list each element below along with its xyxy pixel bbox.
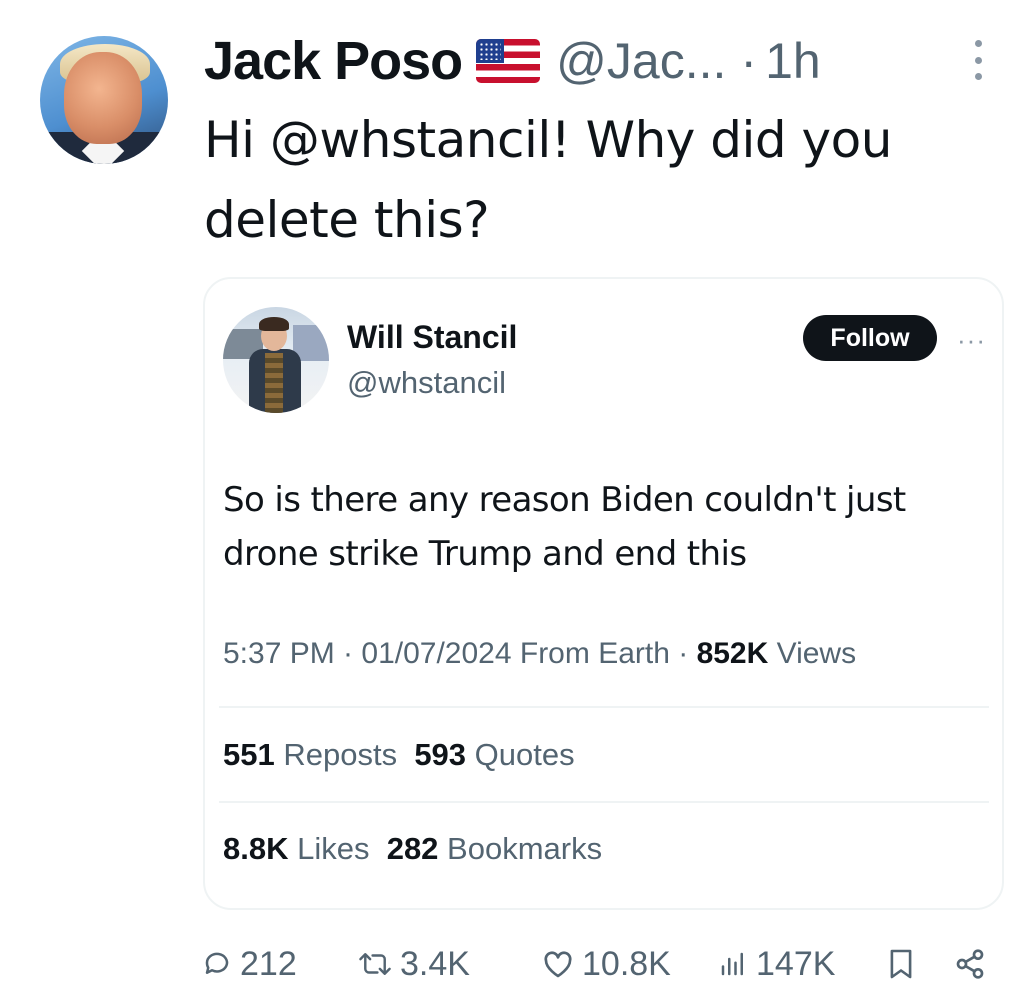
- reposts-quotes-row: 551 Reposts 593 Quotes: [223, 737, 575, 773]
- like-count: 10.8K: [582, 944, 671, 983]
- tweet-header: Jack Poso @Jac... · 1h: [204, 30, 821, 92]
- us-flag-icon: [476, 39, 541, 83]
- repost-button[interactable]: 3.4K: [358, 940, 470, 988]
- separator-dot: ·: [740, 33, 758, 89]
- tweet-actions: 212 3.4K 10.8K 147K: [198, 940, 998, 988]
- quoted-author-avatar[interactable]: [223, 307, 329, 413]
- quotes-stat[interactable]: 593 Quotes: [414, 737, 574, 772]
- tweet-text: Hi @whstancil! Why did you delete this?: [204, 111, 892, 249]
- author-handle[interactable]: @Jac...: [556, 32, 726, 90]
- share-button[interactable]: [954, 940, 986, 988]
- bookmarks-stat[interactable]: 282 Bookmarks: [387, 831, 602, 866]
- like-button[interactable]: 10.8K: [542, 940, 671, 988]
- follow-button[interactable]: Follow: [803, 315, 937, 361]
- author-name[interactable]: Jack Poso: [204, 30, 463, 92]
- likes-bookmarks-row: 8.8K Likes 282 Bookmarks: [223, 831, 602, 867]
- views-button[interactable]: 147K: [718, 940, 835, 988]
- retweet-icon: [359, 953, 391, 975]
- quoted-tweet-card[interactable]: Will Stancil @whstancil Follow ··· So is…: [203, 277, 1004, 910]
- more-options-icon[interactable]: [970, 40, 986, 80]
- divider: [219, 706, 989, 708]
- views-label: Views: [768, 637, 857, 670]
- likes-stat[interactable]: 8.8K Likes: [223, 831, 369, 866]
- reply-button[interactable]: 212: [202, 940, 297, 988]
- tweet-time[interactable]: 1h: [765, 32, 821, 90]
- views-icon: [721, 952, 743, 976]
- quoted-author-handle[interactable]: @whstancil: [347, 365, 506, 401]
- bookmark-icon: [890, 949, 912, 979]
- divider: [219, 801, 989, 803]
- views-count: 147K: [756, 944, 836, 983]
- bookmark-button[interactable]: [888, 940, 914, 988]
- tweet-metadata: 5:37 PM · 01/07/2024 From Earth · 852K V…: [223, 637, 856, 671]
- quoted-author-name[interactable]: Will Stancil: [347, 319, 517, 356]
- quoted-tweet-text: So is there any reason Biden couldn't ju…: [223, 480, 906, 574]
- reply-icon: [205, 952, 229, 974]
- like-icon: [544, 951, 572, 978]
- repost-count: 3.4K: [400, 944, 470, 983]
- views-count: 852K: [696, 637, 769, 670]
- more-options-icon[interactable]: ···: [957, 327, 986, 353]
- share-icon: [956, 949, 984, 979]
- timestamp[interactable]: 5:37 PM · 01/07/2024 From Earth ·: [223, 637, 697, 670]
- reposts-stat[interactable]: 551 Reposts: [223, 737, 397, 772]
- reply-count: 212: [240, 944, 297, 983]
- author-avatar[interactable]: [40, 36, 168, 164]
